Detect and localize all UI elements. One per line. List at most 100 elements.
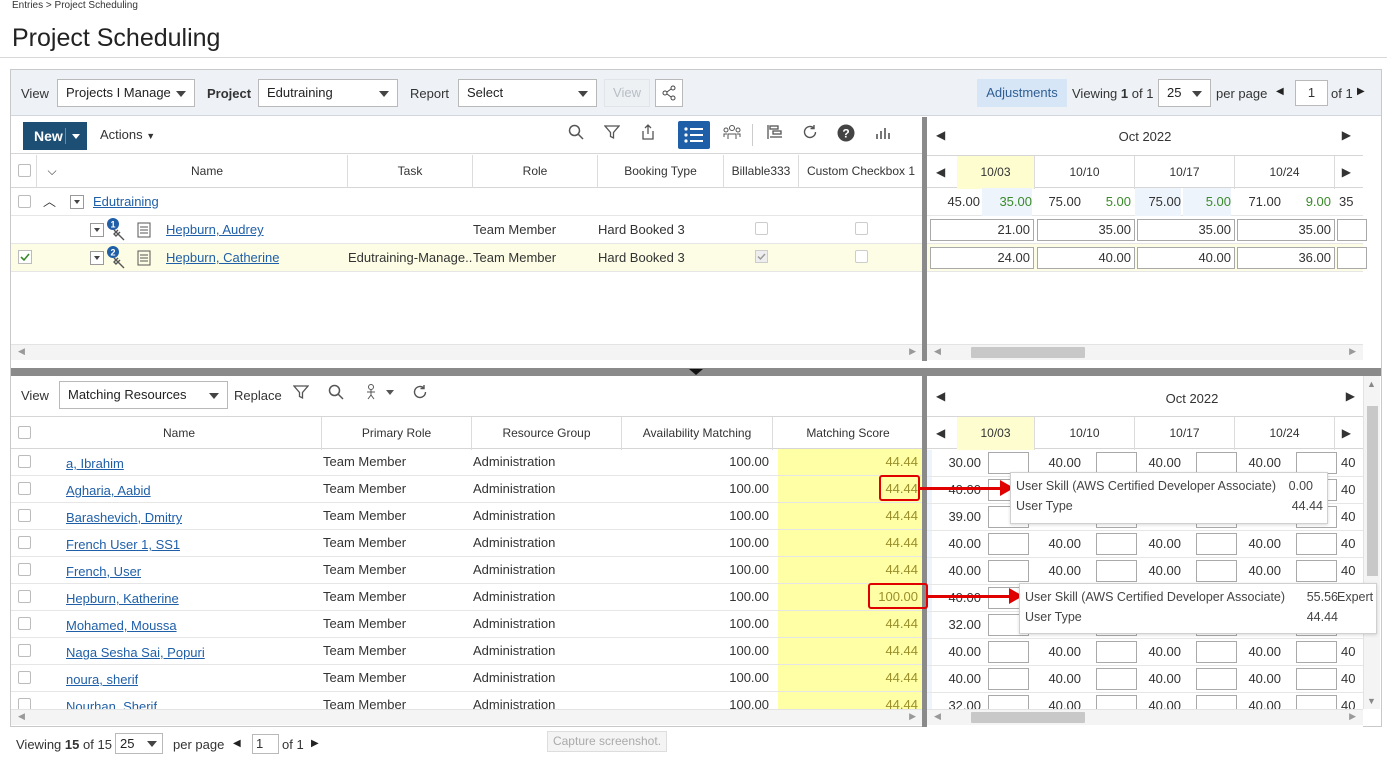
- new-button[interactable]: New: [23, 122, 87, 150]
- col-name[interactable]: Name: [67, 155, 348, 188]
- hours-input[interactable]: [1337, 219, 1367, 241]
- prev-page-icon[interactable]: ◀: [1276, 86, 1284, 97]
- adjustments-button[interactable]: Adjustments: [977, 79, 1067, 107]
- help-icon[interactable]: ?: [835, 124, 857, 146]
- hours-input[interactable]: [988, 452, 1029, 474]
- bottom-left-hscroll[interactable]: ◀ ▶: [11, 709, 923, 725]
- hours-input[interactable]: 35.00: [1237, 219, 1335, 241]
- search-icon[interactable]: [565, 124, 587, 146]
- hours-input[interactable]: 35.00: [1037, 219, 1135, 241]
- resource-name-link[interactable]: Naga Sesha Sai, Popuri: [66, 639, 205, 666]
- row-checkbox[interactable]: [18, 509, 31, 522]
- resources-icon[interactable]: [721, 124, 743, 146]
- hours-input[interactable]: [1337, 247, 1367, 269]
- matching-view-select[interactable]: Matching Resources: [59, 381, 228, 409]
- scroll-right-icon[interactable]: ▶: [1349, 346, 1356, 357]
- row-checkbox[interactable]: [18, 455, 31, 468]
- hours-input[interactable]: [1096, 560, 1137, 582]
- search-icon[interactable]: [325, 384, 347, 406]
- row-checkbox[interactable]: [18, 536, 31, 549]
- custom-checkbox[interactable]: [855, 250, 868, 263]
- hours-input[interactable]: [1196, 668, 1237, 690]
- collapse-icon[interactable]: ︿: [43, 188, 56, 216]
- scroll-thumb[interactable]: [1367, 406, 1378, 576]
- scroll-thumb[interactable]: [971, 347, 1085, 358]
- col-name[interactable]: Name: [37, 417, 322, 450]
- hours-input[interactable]: 21.00: [930, 219, 1034, 241]
- col-resource-group[interactable]: Resource Group: [472, 417, 622, 450]
- prev-week-icon[interactable]: ◀: [936, 165, 945, 179]
- filter-icon[interactable]: [290, 384, 312, 406]
- scroll-left-icon[interactable]: ◀: [934, 346, 941, 357]
- collapse-panel-icon[interactable]: [689, 369, 703, 375]
- col-availability-matching[interactable]: Availability Matching: [622, 417, 773, 450]
- resource-name-link[interactable]: Hepburn, Audrey: [166, 216, 264, 244]
- hours-input[interactable]: 40.00: [1037, 247, 1135, 269]
- billable-checkbox[interactable]: [755, 222, 768, 235]
- scroll-thumb[interactable]: [971, 712, 1085, 723]
- actions-menu[interactable]: Actions ▼: [100, 127, 155, 142]
- row-checkbox-checked[interactable]: [18, 250, 32, 264]
- scroll-down-icon[interactable]: ▼: [1367, 696, 1376, 706]
- col-billable[interactable]: Billable333: [724, 155, 799, 188]
- prev-week-icon[interactable]: ◀: [936, 426, 945, 440]
- col-custom-checkbox[interactable]: Custom Checkbox 1: [799, 155, 923, 188]
- row-menu-button[interactable]: [90, 251, 104, 265]
- notes-icon[interactable]: [137, 222, 151, 238]
- hours-input[interactable]: 40.00: [1137, 247, 1235, 269]
- next-month-icon[interactable]: ▶: [1346, 389, 1355, 403]
- col-primary-role[interactable]: Primary Role: [322, 417, 472, 450]
- project-select[interactable]: Edutraining: [258, 79, 398, 107]
- page-number-input[interactable]: 1: [1295, 80, 1328, 106]
- hours-input[interactable]: [1296, 560, 1337, 582]
- row-checkbox[interactable]: [18, 563, 31, 576]
- footer-page-input[interactable]: 1: [252, 734, 279, 754]
- col-booking-type[interactable]: Booking Type: [598, 155, 724, 188]
- row-menu-button[interactable]: [90, 223, 104, 237]
- report-select[interactable]: Select: [458, 79, 597, 107]
- hours-input[interactable]: [1296, 533, 1337, 555]
- view-select[interactable]: Projects I Manage: [57, 79, 195, 107]
- hours-input[interactable]: [988, 641, 1029, 663]
- next-page-icon[interactable]: ▶: [1357, 86, 1365, 97]
- scroll-left-icon[interactable]: ◀: [934, 711, 941, 722]
- custom-checkbox[interactable]: [855, 222, 868, 235]
- select-all-checkbox[interactable]: [18, 426, 31, 439]
- row-checkbox[interactable]: [18, 617, 31, 630]
- resource-name-link[interactable]: Hepburn, Catherine: [166, 244, 279, 272]
- resource-name-link[interactable]: Agharia, Aabid: [66, 477, 151, 504]
- hours-input[interactable]: [1296, 668, 1337, 690]
- hours-input[interactable]: [988, 668, 1029, 690]
- col-role[interactable]: Role: [473, 155, 598, 188]
- refresh-icon[interactable]: [409, 384, 431, 406]
- row-menu-button[interactable]: [70, 195, 84, 209]
- scroll-left-icon[interactable]: ◀: [18, 711, 25, 722]
- hours-input[interactable]: 36.00: [1237, 247, 1335, 269]
- row-checkbox[interactable]: [18, 195, 31, 208]
- scroll-right-icon[interactable]: ▶: [909, 711, 916, 722]
- footer-page-size-select[interactable]: 25: [115, 733, 163, 754]
- resource-name-link[interactable]: Barashevich, Dmitry: [66, 504, 182, 531]
- filter-icon[interactable]: [601, 124, 623, 146]
- scroll-up-icon[interactable]: ▲: [1367, 379, 1376, 389]
- col-task[interactable]: Task: [348, 155, 473, 188]
- next-week-icon[interactable]: ▶: [1342, 165, 1351, 179]
- next-month-icon[interactable]: ▶: [1342, 128, 1351, 142]
- hours-input[interactable]: [1196, 641, 1237, 663]
- hours-input[interactable]: [988, 560, 1029, 582]
- col-matching-score[interactable]: Matching Score: [773, 417, 923, 450]
- hours-input[interactable]: [1096, 668, 1137, 690]
- scroll-left-icon[interactable]: ◀: [18, 346, 25, 357]
- list-view-button[interactable]: [678, 121, 710, 149]
- resource-name-link[interactable]: French, User: [66, 558, 141, 585]
- row-checkbox[interactable]: [18, 590, 31, 603]
- next-page-icon[interactable]: ▶: [311, 738, 319, 749]
- notes-icon[interactable]: [137, 250, 151, 266]
- share-button[interactable]: [655, 79, 683, 107]
- top-right-hscroll[interactable]: ◀ ▶: [927, 344, 1363, 360]
- hours-input[interactable]: [1196, 560, 1237, 582]
- row-checkbox[interactable]: [18, 671, 31, 684]
- hours-input[interactable]: [1096, 452, 1137, 474]
- scroll-right-icon[interactable]: ▶: [909, 346, 916, 357]
- next-week-icon[interactable]: ▶: [1342, 426, 1351, 440]
